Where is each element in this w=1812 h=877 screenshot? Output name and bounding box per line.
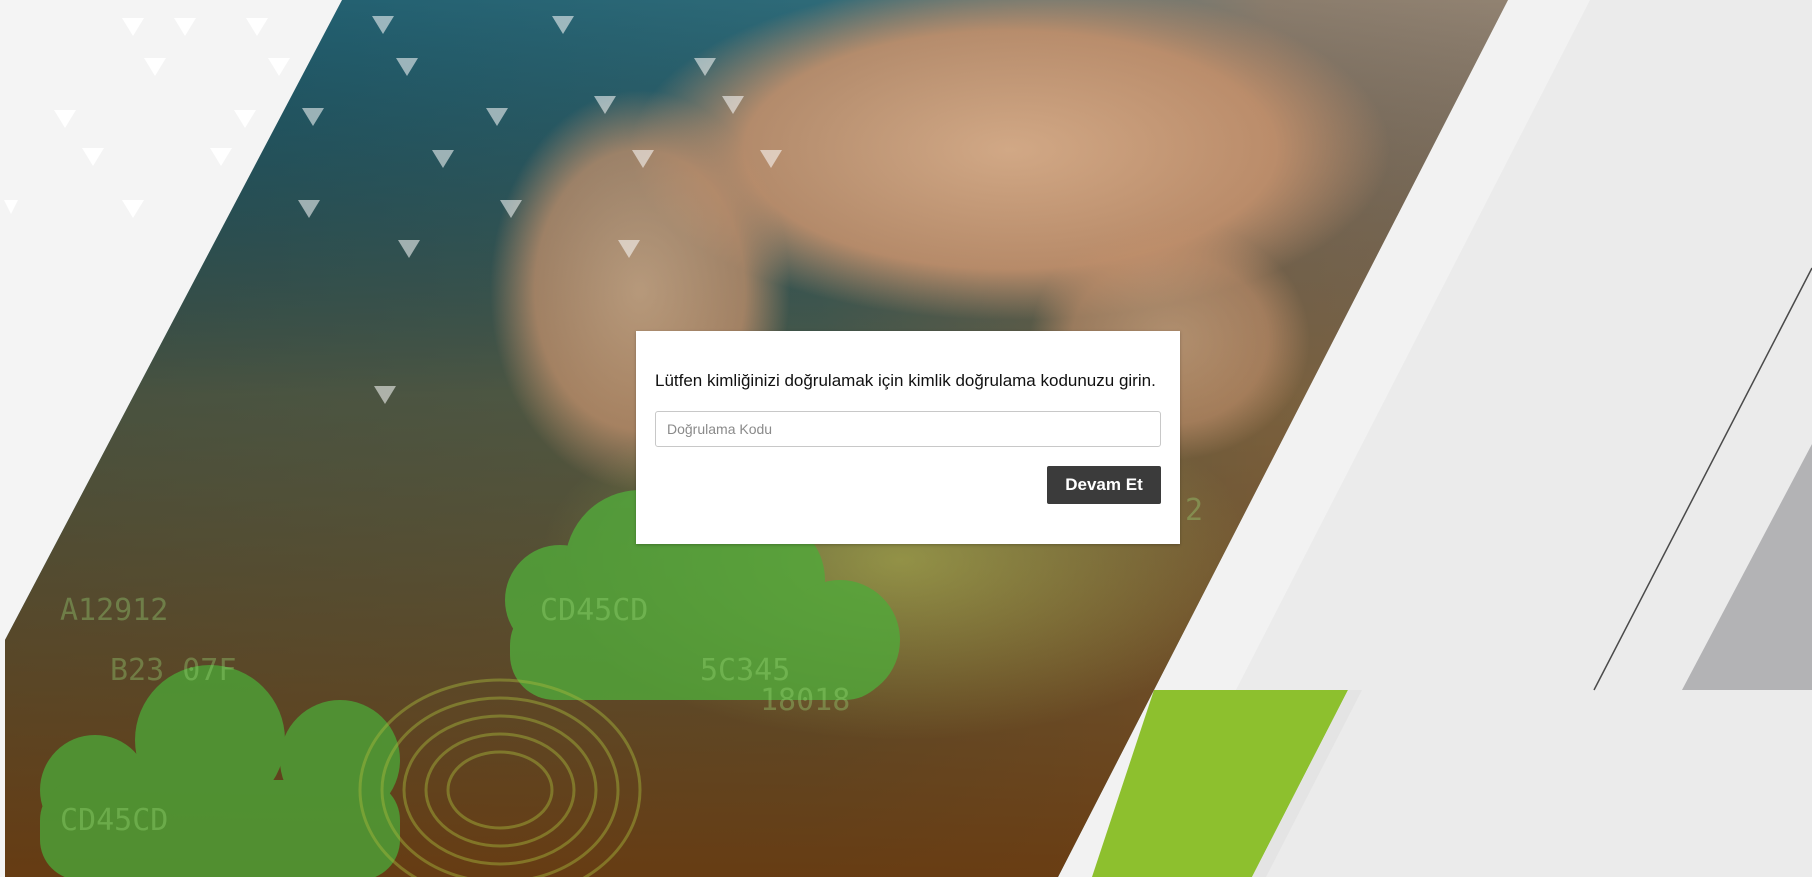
svg-text:18018: 18018 bbox=[760, 683, 850, 718]
svg-text:B23 07F: B23 07F bbox=[110, 653, 236, 688]
svg-text:CD45CD: CD45CD bbox=[540, 593, 648, 628]
button-row: Devam Et bbox=[655, 466, 1161, 504]
continue-button[interactable]: Devam Et bbox=[1047, 466, 1161, 504]
verification-dialog: Lütfen kimliğinizi doğrulamak için kimli… bbox=[636, 331, 1180, 544]
svg-text:2: 2 bbox=[1185, 493, 1203, 528]
verification-code-input[interactable] bbox=[655, 411, 1161, 447]
svg-text:CD45CD: CD45CD bbox=[60, 803, 168, 838]
verification-message: Lütfen kimliğinizi doğrulamak için kimli… bbox=[655, 371, 1156, 390]
svg-text:A12912: A12912 bbox=[60, 593, 168, 628]
